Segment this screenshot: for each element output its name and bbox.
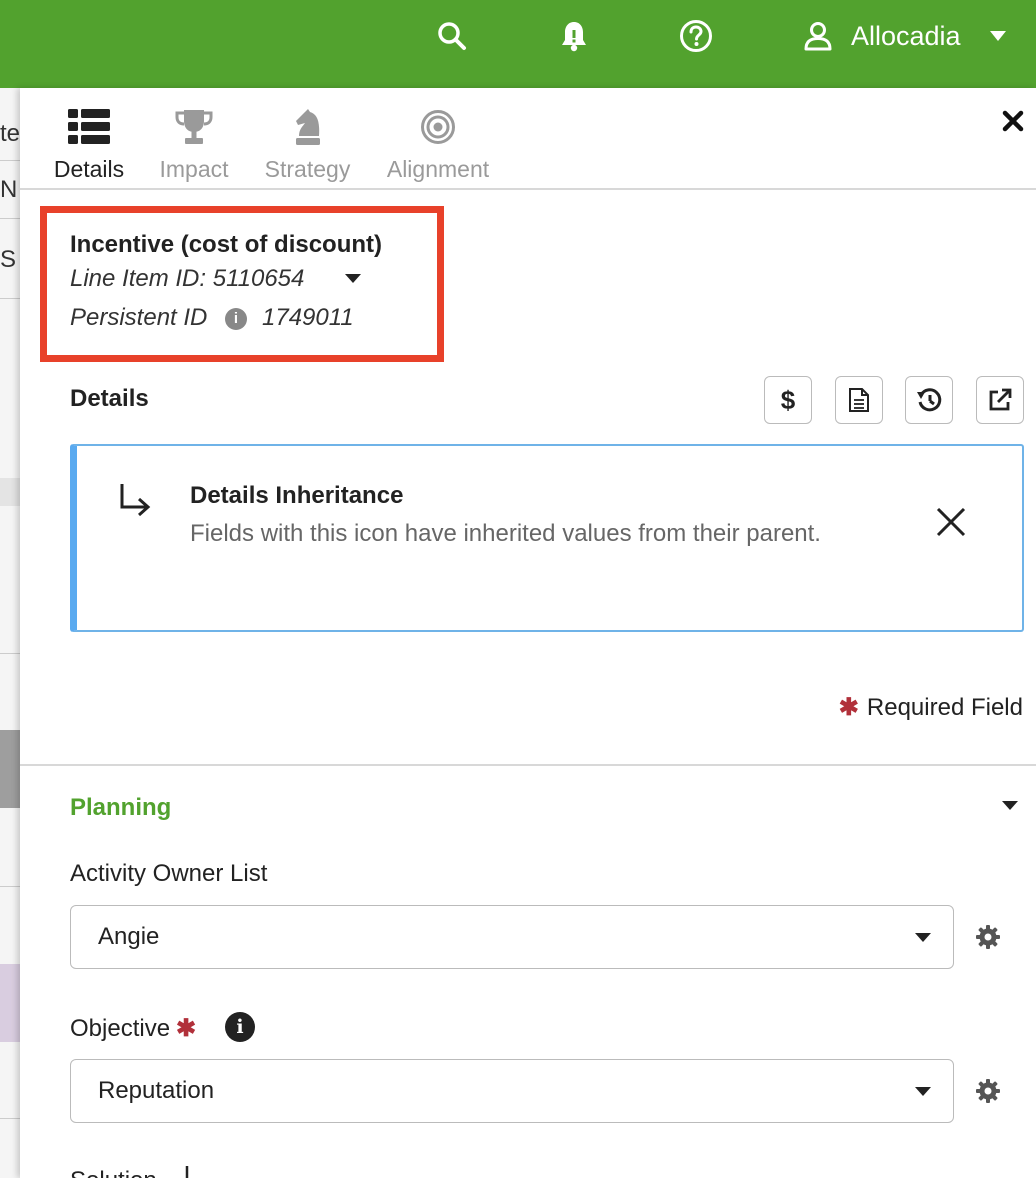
activity-owner-select[interactable]: Angie — [70, 905, 954, 969]
objective-label: Objective ✱ — [70, 1014, 196, 1043]
activity-owner-label: Activity Owner List — [70, 860, 268, 887]
tab-label: Details — [53, 156, 125, 182]
solution-label: Solution — [70, 1166, 205, 1178]
external-link-icon — [989, 388, 1012, 411]
collapse-caret-icon[interactable] — [1002, 801, 1018, 810]
bell-icon[interactable] — [558, 18, 590, 54]
persistent-id-label: Persistent ID — [70, 304, 208, 331]
details-heading: Details — [70, 385, 149, 412]
target-icon — [382, 106, 494, 148]
list-icon — [48, 106, 130, 148]
inheritance-callout: Details Inheritance Fields with this ico… — [70, 444, 1024, 632]
inherit-arrow-icon — [117, 482, 153, 527]
persistent-id-value: 1749011 — [262, 304, 354, 331]
required-marker: ✱ — [176, 1015, 197, 1042]
chess-knight-icon — [260, 106, 355, 148]
info-icon[interactable]: i — [225, 308, 247, 330]
solution-label-text: Solution — [70, 1167, 157, 1178]
history-button[interactable] — [905, 376, 953, 424]
background-text: N — [0, 176, 18, 203]
caret-down-icon — [915, 1087, 931, 1096]
details-panel: Details Impact Strategy Alignment Incent… — [20, 88, 1036, 1178]
open-external-button[interactable] — [976, 376, 1024, 424]
caret-down-icon[interactable] — [345, 274, 361, 283]
background-app: te N S — [0, 88, 20, 1178]
gear-icon[interactable] — [976, 925, 1000, 949]
tab-details[interactable]: Details — [48, 88, 130, 188]
chevron-down-icon[interactable] — [988, 18, 1008, 54]
info-icon[interactable]: i — [225, 1012, 255, 1042]
dismiss-callout-button[interactable] — [935, 506, 967, 543]
budget-button[interactable]: $ — [764, 376, 812, 424]
close-icon — [1002, 110, 1024, 132]
top-bar: Allocadia — [0, 0, 1036, 88]
tab-bar: Details Impact Strategy Alignment — [20, 88, 1036, 190]
inherit-arrow-icon — [186, 1166, 189, 1178]
tab-alignment[interactable]: Alignment — [382, 88, 494, 188]
tab-label: Strategy — [264, 156, 351, 182]
objective-select[interactable]: Reputation — [70, 1059, 954, 1123]
dollar-icon: $ — [780, 384, 796, 415]
caret-down-icon — [915, 933, 931, 942]
callout-body: Fields with this icon have inherited val… — [190, 520, 821, 547]
user-icon[interactable] — [802, 18, 834, 54]
required-field-note: ✱ Required Field — [838, 694, 1023, 721]
search-icon[interactable] — [436, 18, 468, 54]
tab-strategy[interactable]: Strategy — [260, 88, 355, 188]
trophy-icon — [153, 106, 235, 148]
tab-label: Impact — [159, 156, 229, 182]
tab-label: Alignment — [386, 156, 490, 182]
document-icon — [849, 388, 869, 412]
close-icon — [936, 507, 966, 537]
document-button[interactable] — [835, 376, 883, 424]
close-panel-button[interactable] — [998, 108, 1028, 138]
section-divider — [20, 764, 1036, 766]
background-text: te — [0, 120, 20, 147]
line-item-title: Incentive (cost of discount) — [70, 231, 383, 258]
gear-icon[interactable] — [976, 1079, 1000, 1103]
user-name[interactable]: Allocadia — [851, 18, 961, 54]
planning-section-title[interactable]: Planning — [70, 794, 171, 822]
help-icon[interactable] — [679, 18, 713, 54]
line-item-id: Line Item ID: 5110654 — [70, 265, 305, 292]
background-text: S — [0, 246, 17, 273]
objective-label-text: Objective — [70, 1015, 171, 1042]
select-value: Reputation — [98, 1077, 215, 1104]
callout-title: Details Inheritance — [190, 482, 404, 509]
select-value: Angie — [98, 923, 160, 950]
history-icon — [917, 388, 942, 412]
tab-impact[interactable]: Impact — [153, 88, 235, 188]
required-field-text: Required Field — [866, 694, 1023, 721]
